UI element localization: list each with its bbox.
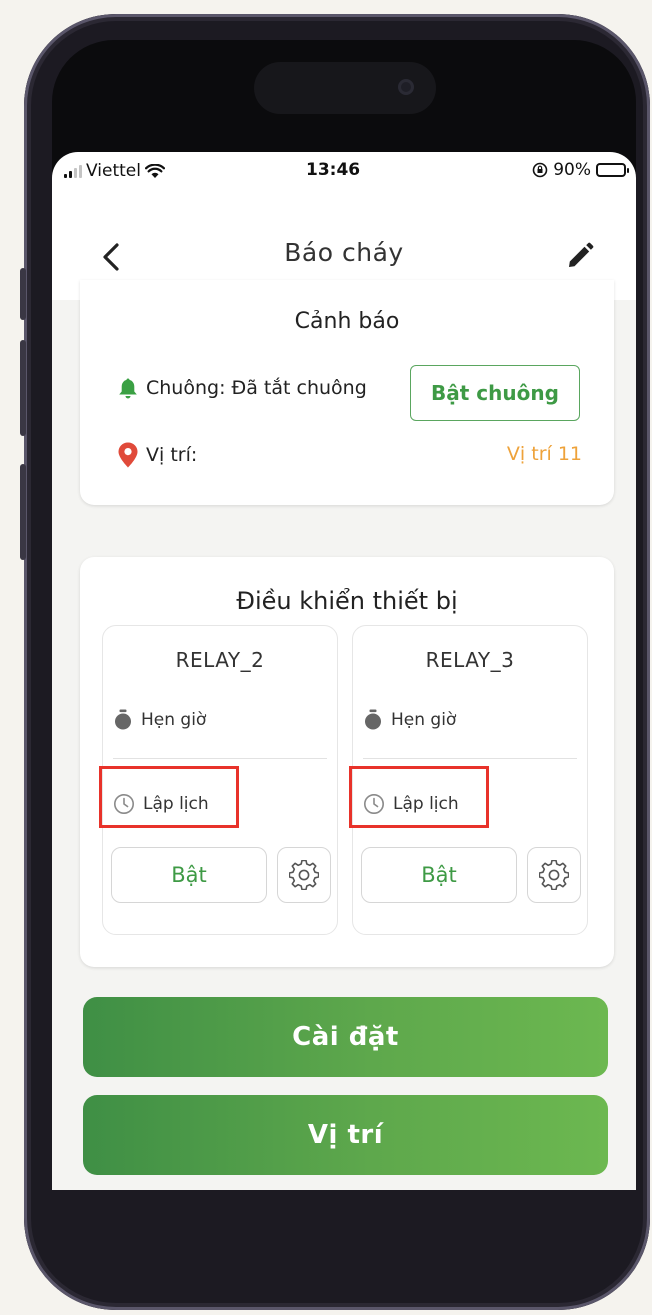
gear-icon: [289, 860, 319, 890]
timer-row[interactable]: Hẹn giờ: [113, 709, 206, 731]
wifi-icon: [144, 163, 165, 178]
timer-label: Hẹn giờ: [391, 710, 457, 730]
mute-switch: [20, 268, 26, 320]
bell-status-text: Chuông: Đã tắt chuông: [146, 377, 367, 399]
device-control-title: Điều khiển thiết bị: [236, 587, 458, 615]
battery-icon: [596, 163, 629, 177]
location-value[interactable]: Vị trí 11: [507, 443, 582, 465]
stopwatch-icon: [365, 709, 381, 730]
relay-name: RELAY_3: [425, 648, 515, 672]
gear-icon: [539, 860, 569, 890]
turn-on-button[interactable]: Bật: [361, 847, 517, 903]
battery-area: 90%: [532, 160, 629, 180]
page-title: Báo cháy: [284, 238, 404, 267]
device-control-card: Điều khiển thiết bị RELAY_2 Hẹn giờ Lập …: [80, 557, 614, 967]
alert-card: Cảnh báo Chuông: Đã tắt chuông Bật chuôn…: [80, 280, 614, 505]
relay-card: RELAY_3 Hẹn giờ Lập lịch Bật: [349, 625, 588, 935]
relay-name: RELAY_2: [175, 648, 265, 672]
location-label: Vị trí:: [146, 444, 198, 466]
dynamic-island: [254, 62, 436, 114]
alert-card-title: Cảnh báo: [294, 309, 400, 334]
schedule-highlight-box: [99, 766, 239, 828]
carrier-name: Viettel: [86, 161, 141, 181]
relay-card: RELAY_2 Hẹn giờ Lập lịch Bật: [99, 625, 338, 935]
app-screen: Viettel 13:46 90% Báo cháy Cảnh báo Chuô…: [52, 152, 636, 1190]
status-time: 13:46: [306, 160, 361, 180]
schedule-highlight-box: [349, 766, 489, 828]
turn-on-button[interactable]: Bật: [111, 847, 267, 903]
rotation-lock-icon: [532, 162, 548, 178]
relay-settings-button[interactable]: [527, 847, 581, 903]
signal-icon: [64, 164, 82, 178]
battery-percent: 90%: [553, 160, 591, 180]
timer-row[interactable]: Hẹn giờ: [363, 709, 456, 731]
divider: [363, 758, 577, 759]
status-bar: Viettel 13:46 90%: [52, 152, 636, 190]
bell-status-row: Chuông: Đã tắt chuông: [116, 376, 367, 400]
settings-button[interactable]: Cài đặt: [83, 997, 608, 1077]
volume-down-button: [20, 464, 26, 560]
camera-icon: [398, 79, 414, 95]
divider: [113, 758, 327, 759]
pencil-icon[interactable]: [566, 242, 594, 270]
stopwatch-icon: [115, 709, 131, 730]
bell-icon: [119, 378, 137, 399]
location-button[interactable]: Vị trí: [83, 1095, 608, 1175]
content-area: Cảnh báo Chuông: Đã tắt chuông Bật chuôn…: [52, 280, 636, 1190]
location-row: Vị trí:: [116, 441, 197, 469]
volume-up-button: [20, 340, 26, 436]
phone-screen: Viettel 13:46 90% Báo cháy Cảnh báo Chuô…: [52, 40, 636, 1190]
carrier: Viettel: [64, 161, 165, 181]
map-pin-icon: [118, 442, 138, 468]
turn-on-bell-button[interactable]: Bật chuông: [410, 365, 580, 421]
timer-label: Hẹn giờ: [141, 710, 207, 730]
relay-settings-button[interactable]: [277, 847, 331, 903]
